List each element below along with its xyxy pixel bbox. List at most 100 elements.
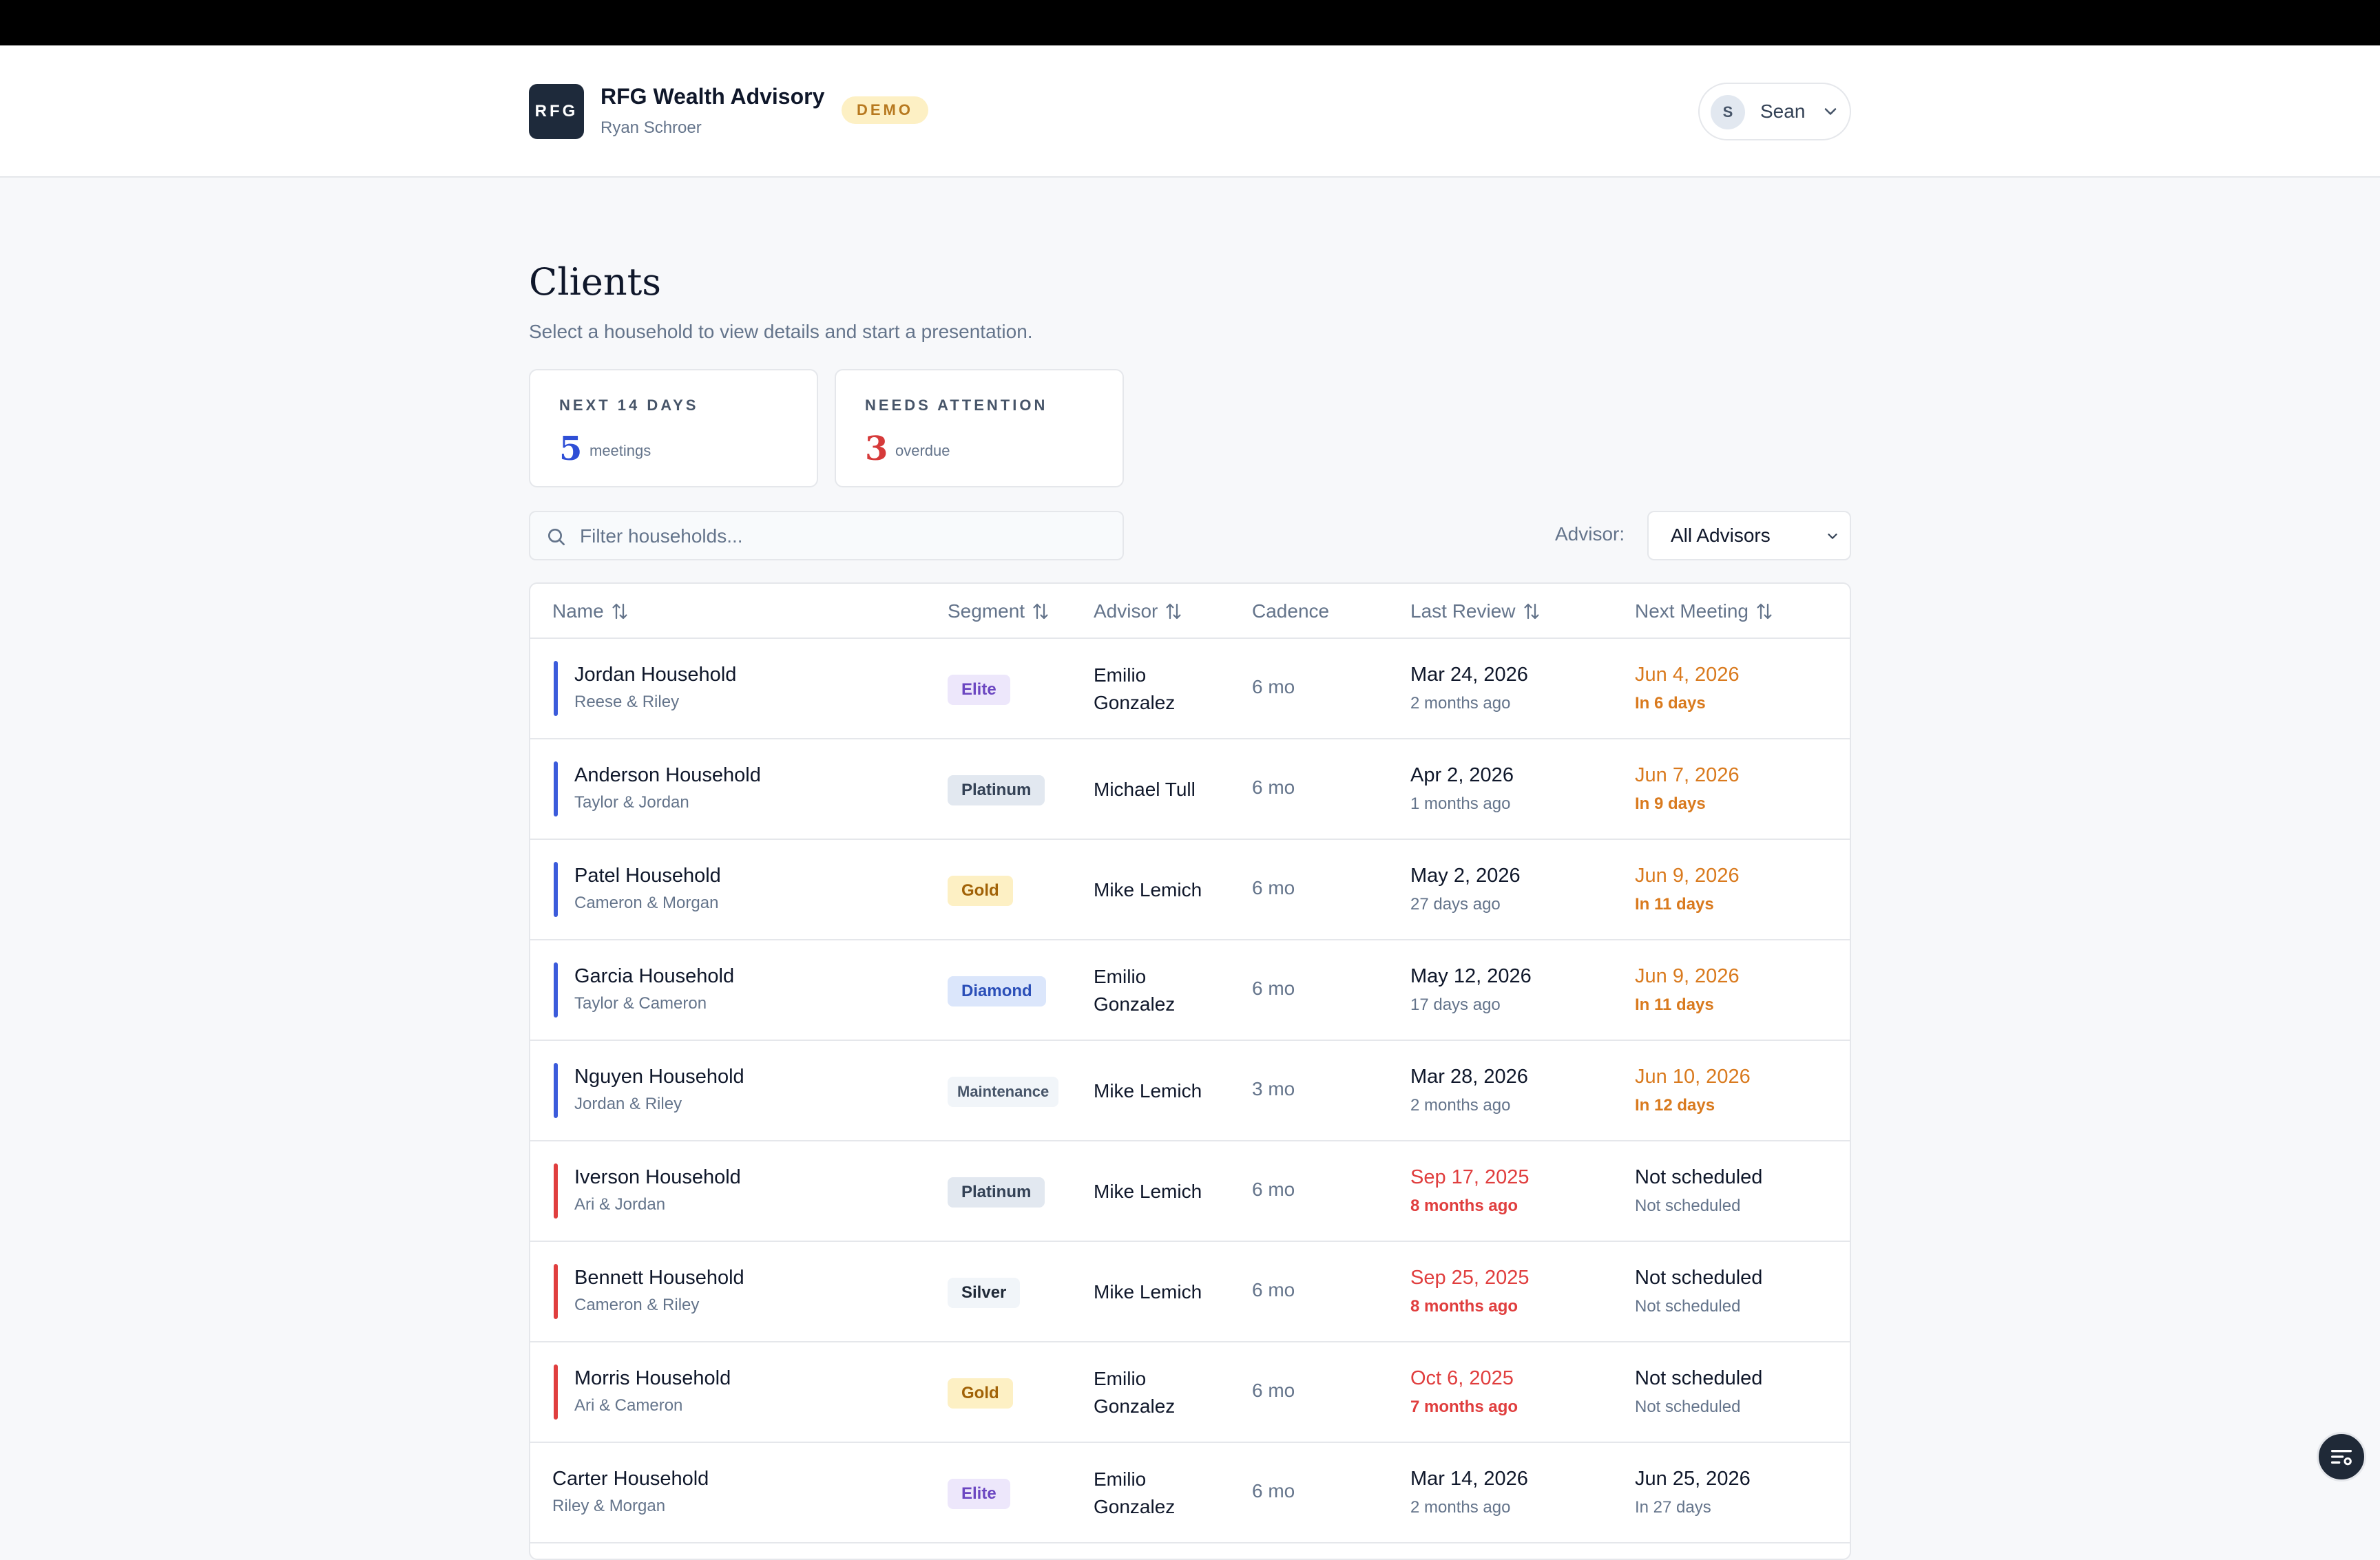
user-menu-button[interactable]: S Sean <box>1698 83 1851 140</box>
household-members: Taylor & Cameron <box>574 994 707 1013</box>
table-row[interactable]: Carter Household Riley & Morgan Elite Em… <box>530 1443 1850 1543</box>
status-accent-bar <box>554 661 558 716</box>
column-label: Name <box>552 600 604 622</box>
last-review-relative: 8 months ago <box>1410 1197 1518 1215</box>
advisor-name: Emilio Gonzalez <box>1094 1468 1176 1517</box>
household-name: Iverson Household <box>574 1166 741 1188</box>
advisor-name: Mike Lemich <box>1094 1281 1202 1303</box>
cadence: 6 mo <box>1252 777 1295 798</box>
status-accent-bar <box>554 1264 558 1319</box>
next-meeting-relative: In 6 days <box>1635 694 1706 713</box>
advisor-name: Emilio Gonzalez <box>1094 966 1176 1015</box>
segment-badge: Gold <box>948 1378 1013 1409</box>
stat-card-next-14-days[interactable]: NEXT 14 DAYS 5 meetings <box>529 369 818 487</box>
cadence: 6 mo <box>1252 1179 1295 1200</box>
list-filter-icon <box>2331 1450 2352 1466</box>
household-name: Morris Household <box>574 1367 731 1389</box>
column-header-next-meeting[interactable]: Next Meeting <box>1635 600 1775 622</box>
household-name: Nguyen Household <box>574 1066 744 1088</box>
sort-icon <box>612 603 627 620</box>
advisor-name: Mike Lemich <box>1094 879 1202 900</box>
sort-icon <box>1033 603 1048 620</box>
firm-subtitle: Ryan Schroer <box>601 118 702 137</box>
status-accent-bar <box>554 1163 558 1219</box>
last-review-relative: 7 months ago <box>1410 1398 1518 1416</box>
stat-unit: meetings <box>589 442 651 459</box>
household-members: Reese & Riley <box>574 693 680 711</box>
column-header-last-review[interactable]: Last Review <box>1410 600 1542 622</box>
stat-value: 5 <box>559 430 583 468</box>
table-row[interactable]: Morris Household Ari & Cameron Gold Emil… <box>530 1342 1850 1443</box>
stat-card-needs-attention[interactable]: NEEDS ATTENTION 3 overdue <box>835 369 1124 487</box>
page-title: Clients <box>529 260 662 304</box>
next-meeting-relative: In 11 days <box>1635 895 1714 914</box>
next-meeting-date: Jun 7, 2026 <box>1635 764 1740 786</box>
last-review-date: Mar 28, 2026 <box>1410 1066 1528 1088</box>
list-filter-button[interactable] <box>2317 1432 2366 1482</box>
column-header-segment[interactable]: Segment <box>948 600 1051 622</box>
cadence: 6 mo <box>1252 1480 1295 1501</box>
user-name: Sean <box>1760 101 1806 122</box>
household-members: Cameron & Morgan <box>574 894 719 912</box>
advisor-select-value: All Advisors <box>1671 525 1771 546</box>
table-row[interactable]: Anderson Household Taylor & Jordan Plati… <box>530 739 1850 840</box>
household-members: Cameron & Riley <box>574 1296 700 1314</box>
app-logo[interactable]: RFG <box>529 84 584 139</box>
table-row[interactable]: Jordan Household Reese & Riley Elite Emi… <box>530 639 1850 739</box>
next-meeting-relative: In 9 days <box>1635 794 1706 813</box>
advisor-name: Mike Lemich <box>1094 1080 1202 1102</box>
last-review-relative: 2 months ago <box>1410 1096 1511 1115</box>
cadence: 6 mo <box>1252 676 1295 697</box>
next-meeting-relative: Not scheduled <box>1635 1197 1741 1215</box>
advisor-name: Michael Tull <box>1094 779 1196 800</box>
last-review-date: Mar 14, 2026 <box>1410 1468 1528 1490</box>
cadence: 6 mo <box>1252 877 1295 898</box>
advisor-select[interactable]: All Advisors <box>1647 511 1851 560</box>
advisor-name: Mike Lemich <box>1094 1181 1202 1202</box>
last-review-date: Apr 2, 2026 <box>1410 764 1514 786</box>
firm-name: RFG Wealth Advisory <box>601 84 825 109</box>
page-subtitle: Select a household to view details and s… <box>529 321 1033 342</box>
last-review-date: Mar 24, 2026 <box>1410 664 1528 686</box>
segment-badge: Maintenance <box>948 1077 1059 1107</box>
avatar: S <box>1711 95 1745 129</box>
next-meeting-date: Not scheduled <box>1635 1166 1763 1188</box>
household-members: Riley & Morgan <box>552 1497 666 1515</box>
search-input[interactable] <box>578 520 1105 552</box>
last-review-date: Sep 17, 2025 <box>1410 1166 1530 1188</box>
table-row[interactable]: Garcia Household Taylor & Cameron Diamon… <box>530 940 1850 1041</box>
status-accent-bar <box>554 1364 558 1420</box>
stat-unit: overdue <box>895 442 950 459</box>
table-row[interactable]: Bennett Household Cameron & Riley Silver… <box>530 1242 1850 1342</box>
last-review-date: Oct 6, 2025 <box>1410 1367 1514 1389</box>
segment-badge: Elite <box>948 1479 1010 1509</box>
advisor-name: Emilio Gonzalez <box>1094 1368 1176 1417</box>
column-header-advisor[interactable]: Advisor <box>1094 600 1184 622</box>
stat-value: 3 <box>865 430 888 468</box>
search-icon <box>548 529 565 545</box>
household-name: Patel Household <box>574 865 721 887</box>
next-meeting-date: Not scheduled <box>1635 1267 1763 1289</box>
chevron-down-icon <box>1824 108 1837 115</box>
column-label: Cadence <box>1252 600 1330 622</box>
table-row[interactable]: Iverson Household Ari & Jordan Platinum … <box>530 1141 1850 1242</box>
household-members: Taylor & Jordan <box>574 793 689 812</box>
segment-badge: Silver <box>948 1278 1021 1308</box>
stat-label: NEEDS ATTENTION <box>865 397 1048 414</box>
household-name: Garcia Household <box>574 965 735 987</box>
clients-table: Name Segment Advisor Cadence Last Review… <box>529 582 1851 1560</box>
next-meeting-date: Jun 4, 2026 <box>1635 664 1740 686</box>
last-review-relative: 2 months ago <box>1410 694 1511 713</box>
segment-badge: Platinum <box>948 775 1045 805</box>
last-review-relative: 1 months ago <box>1410 794 1511 813</box>
cadence: 6 mo <box>1252 978 1295 999</box>
next-meeting-date: Jun 9, 2026 <box>1635 965 1740 987</box>
last-review-date: May 12, 2026 <box>1410 965 1532 987</box>
table-row[interactable]: Nguyen Household Jordan & Riley Maintena… <box>530 1041 1850 1141</box>
column-label: Last Review <box>1410 600 1516 622</box>
table-row[interactable]: Patel Household Cameron & Morgan Gold Mi… <box>530 840 1850 940</box>
column-header-name[interactable]: Name <box>552 600 630 622</box>
last-review-relative: 17 days ago <box>1410 995 1501 1014</box>
segment-badge: Diamond <box>948 976 1046 1006</box>
next-meeting-date: Jun 25, 2026 <box>1635 1468 1751 1490</box>
